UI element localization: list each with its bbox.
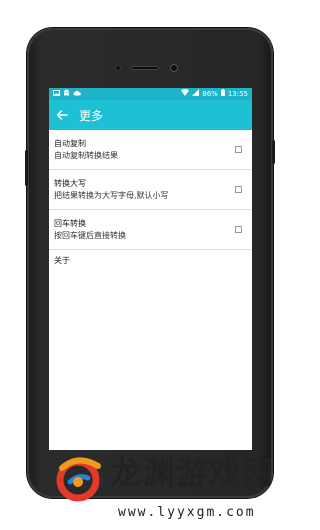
status-notifications: [53, 88, 81, 100]
battery-level: 86%: [202, 90, 218, 98]
volume-key: [25, 150, 28, 186]
watermark-url: www.lyyxgm.com: [118, 505, 256, 520]
image-icon: [53, 88, 60, 100]
setting-auto-copy[interactable]: 自动复制 自动复制转换结果: [49, 130, 252, 170]
uppercase-checkbox[interactable]: [235, 185, 242, 193]
earpiece-speaker: [131, 66, 159, 70]
setting-title: 自动复制: [54, 139, 86, 148]
wifi-icon: [181, 88, 190, 100]
app-bar: 更多: [49, 100, 252, 130]
setting-uppercase[interactable]: 转换大写 把结果转换为大写字母,默认小写: [49, 170, 252, 210]
settings-list: 自动复制 自动复制转换结果 转换大写 把结果转换为大写字母,默认小写 回车转换 …: [49, 130, 252, 272]
setting-title: 转换大写: [54, 179, 86, 188]
setting-summary: 把结果转换为大写字母,默认小写: [54, 191, 169, 200]
status-indicators: 86% 13:55: [181, 88, 248, 100]
android-icon: [63, 88, 70, 100]
setting-enter-convert[interactable]: 回车转换 按回车键后直接转换: [49, 210, 252, 250]
front-camera: [170, 64, 178, 72]
power-key: [272, 140, 275, 164]
proximity-sensor: [115, 65, 121, 71]
battery-icon: [220, 88, 225, 100]
auto-copy-checkbox[interactable]: [235, 145, 242, 153]
setting-title: 回车转换: [54, 219, 86, 228]
page-title: 更多: [79, 108, 104, 123]
watermark-brand: 龙渊游戏网: [110, 456, 275, 492]
site-watermark: 龙渊游戏网 www.lyyxgm.com: [0, 440, 300, 530]
setting-summary: 自动复制转换结果: [54, 151, 118, 160]
screenshot-stage: 86% 13:55 更多 自动复制 自动复制转换结果 转换大写 把结果转换为大写…: [0, 0, 300, 530]
signal-icon: [192, 88, 200, 100]
enter-convert-checkbox[interactable]: [235, 225, 242, 233]
phone-screen: 86% 13:55 更多 自动复制 自动复制转换结果 转换大写 把结果转换为大写…: [49, 88, 252, 450]
cloud-icon: [73, 88, 81, 100]
status-bar: 86% 13:55: [49, 88, 252, 100]
watermark-logo-icon: [48, 448, 108, 508]
clock: 13:55: [227, 90, 248, 98]
back-arrow-icon[interactable]: [55, 108, 69, 122]
about-item[interactable]: 关于: [49, 250, 252, 272]
setting-summary: 按回车键后直接转换: [54, 231, 126, 240]
